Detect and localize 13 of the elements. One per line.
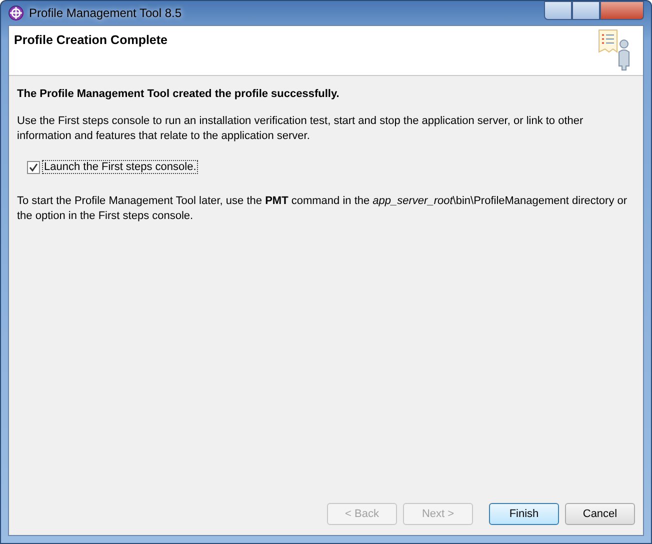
description-text: Use the First steps console to run an installation verification test, start and stop the application server, or link to other information and features that relate to the application server. bbox=[17, 114, 584, 144]
cancel-button[interactable]: Cancel bbox=[565, 503, 635, 525]
checkbox-label[interactable]: Launch the First steps console. bbox=[42, 160, 198, 174]
page-title: Profile Creation Complete bbox=[14, 33, 168, 49]
close-button[interactable] bbox=[600, 1, 644, 20]
minimize-button[interactable] bbox=[544, 1, 572, 20]
app-icon bbox=[8, 5, 24, 21]
instruction-text: To start the Profile Management Tool later, use the PMT command in the app_server_root\bin\ProfileManagement directory or the option in the First steps console. bbox=[17, 194, 628, 224]
window-title: Profile Management Tool 8.5 bbox=[29, 6, 182, 20]
launch-checkbox[interactable] bbox=[27, 160, 40, 174]
success-message: The Profile Management Tool created the profile successfully. bbox=[17, 88, 340, 100]
finish-button[interactable]: Finish bbox=[489, 503, 559, 525]
maximize-button[interactable] bbox=[572, 1, 600, 20]
